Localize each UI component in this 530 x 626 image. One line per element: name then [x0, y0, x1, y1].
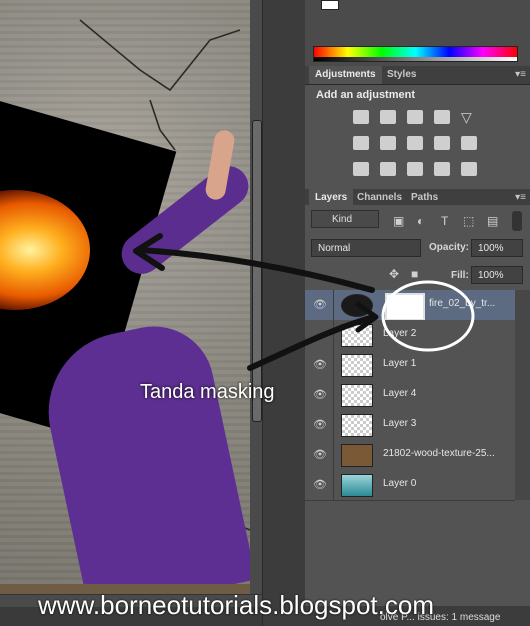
- layer-row[interactable]: 👁 Layer 3: [305, 410, 515, 441]
- document-canvas[interactable]: [0, 0, 262, 594]
- layer-row[interactable]: 👁 Layer 1: [305, 350, 515, 381]
- color-balance-icon[interactable]: [380, 136, 396, 150]
- layer-row[interactable]: 👁 21802-wood-texture-25...: [305, 440, 515, 471]
- divider: [333, 320, 334, 350]
- brightness-contrast-icon[interactable]: [353, 110, 369, 124]
- layer-thumbnail: [341, 414, 373, 437]
- curves-icon[interactable]: [407, 110, 423, 124]
- divider: [333, 350, 334, 380]
- divider: [333, 440, 334, 470]
- layer-row[interactable]: 👁 Layer 0: [305, 470, 515, 501]
- visibility-eye-icon[interactable]: 👁: [313, 298, 327, 312]
- kind-filter-select[interactable]: Kind: [311, 210, 379, 228]
- layer-thumbnail: [341, 354, 373, 377]
- fill-input[interactable]: 100%: [471, 266, 523, 284]
- channel-mixer-icon[interactable]: [461, 136, 477, 150]
- lock-all-icon[interactable]: ■: [411, 267, 418, 281]
- layer-thumbnail: [341, 444, 373, 467]
- layer-thumbnail: [341, 324, 373, 347]
- layer-row[interactable]: Layer 2: [305, 320, 515, 351]
- layers-panel-menu-icon[interactable]: ▾≡: [515, 192, 526, 203]
- layer-name: fire_02_by_tr...: [429, 298, 496, 309]
- layer-thumbnail: [341, 294, 373, 317]
- lock-row: ✥ ■ Fill: 100%: [305, 264, 530, 286]
- blend-mode-select[interactable]: Normal: [311, 239, 421, 257]
- annotation-label: Tanda masking: [140, 381, 275, 403]
- fill-label: Fill:: [451, 270, 469, 281]
- layer-filter-toolbar: Kind ▣ ◐ T ⬚ ▤: [305, 205, 530, 235]
- adjustments-tabbar: Adjustments Styles ▾≡: [305, 66, 530, 85]
- scrollbar-thumb[interactable]: [252, 120, 262, 422]
- visibility-eye-icon[interactable]: 👁: [313, 448, 327, 462]
- lock-position-icon[interactable]: ✥: [389, 267, 399, 281]
- type-filter-icon[interactable]: T: [441, 214, 448, 228]
- layer-thumbnail: [341, 474, 373, 497]
- divider: [333, 470, 334, 500]
- layer-name: Layer 4: [383, 388, 417, 399]
- divider: [333, 410, 334, 440]
- vibrance-icon[interactable]: ▽: [461, 110, 477, 124]
- layer-thumbnail: [341, 384, 373, 407]
- visibility-eye-icon[interactable]: [313, 328, 327, 342]
- filter-toggle[interactable]: [512, 211, 522, 231]
- black-white-icon[interactable]: [407, 136, 423, 150]
- posterize-icon[interactable]: [380, 162, 396, 176]
- color-panel: [305, 0, 530, 66]
- layer-name: Layer 3: [383, 418, 417, 429]
- layer-row[interactable]: 👁 Layer 4: [305, 380, 515, 411]
- photo-filter-icon[interactable]: [434, 136, 450, 150]
- smart-object-filter-icon[interactable]: ▤: [487, 214, 498, 228]
- visibility-eye-icon[interactable]: 👁: [313, 388, 327, 402]
- layer-name: 21802-wood-texture-25...: [383, 448, 495, 459]
- color-spectrum-ramp[interactable]: [313, 46, 518, 62]
- layer-mask-thumbnail[interactable]: [385, 293, 425, 321]
- tab-styles[interactable]: Styles: [381, 66, 422, 84]
- canvas-vertical-scrollbar[interactable]: [250, 0, 262, 594]
- opacity-input[interactable]: 100%: [471, 239, 523, 257]
- panel-menu-icon[interactable]: ▾≡: [515, 69, 526, 80]
- foreground-swatch[interactable]: [321, 0, 339, 10]
- invert-icon[interactable]: [353, 162, 369, 176]
- adjustment-filter-icon[interactable]: ◐: [417, 214, 424, 228]
- tab-adjustments[interactable]: Adjustments: [309, 66, 382, 84]
- threshold-icon[interactable]: [407, 162, 423, 176]
- layer-name: Layer 1: [383, 358, 417, 369]
- watermark-text: www.borneotutorials.blogspot.com: [38, 590, 434, 620]
- levels-icon[interactable]: [380, 110, 396, 124]
- layer-row[interactable]: 👁 fire_02_by_tr...: [305, 290, 515, 321]
- visibility-eye-icon[interactable]: 👁: [313, 478, 327, 492]
- divider: [333, 380, 334, 410]
- panel-dock-column: [262, 0, 306, 626]
- divider: [333, 290, 334, 320]
- shape-filter-icon[interactable]: ⬚: [463, 214, 474, 228]
- exposure-icon[interactable]: [434, 110, 450, 124]
- layers-scrollbar[interactable]: [515, 290, 530, 500]
- opacity-label: Opacity:: [429, 242, 470, 253]
- right-panel: Adjustments Styles ▾≡ Add an adjustment …: [305, 0, 530, 626]
- selective-color-icon[interactable]: [434, 162, 450, 176]
- visibility-eye-icon[interactable]: 👁: [313, 418, 327, 432]
- gradient-map-icon[interactable]: [461, 162, 477, 176]
- hue-saturation-icon[interactable]: [353, 136, 369, 150]
- blend-row: Normal Opacity: 100%: [305, 236, 530, 262]
- pixel-filter-icon[interactable]: ▣: [393, 214, 404, 228]
- adjustments-title: Add an adjustment: [316, 89, 416, 101]
- layer-name: Layer 0: [383, 478, 417, 489]
- visibility-eye-icon[interactable]: 👁: [313, 358, 327, 372]
- layer-name: Layer 2: [383, 328, 417, 339]
